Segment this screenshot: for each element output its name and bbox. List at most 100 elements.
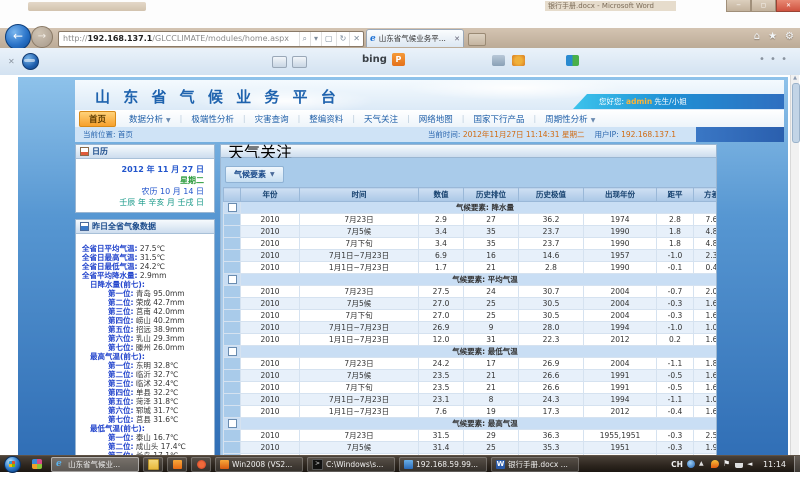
addon-globe-icon[interactable] bbox=[22, 53, 39, 70]
taskbar-button-cmd[interactable]: >C:\Windows\s... bbox=[307, 457, 395, 472]
table-row[interactable]: 20101月1日~7月23日12.03122.320120.21.6 bbox=[224, 334, 718, 346]
taskbar-button-media[interactable] bbox=[191, 457, 211, 472]
table-cell: 1.6 bbox=[694, 310, 718, 322]
table-row[interactable]: 20107月下旬3.43523.719901.84.8 bbox=[224, 238, 718, 250]
bing-logo[interactable]: bing bbox=[362, 54, 387, 65]
bing-badge-icon[interactable]: P bbox=[392, 53, 405, 66]
group-checkbox[interactable] bbox=[228, 347, 237, 356]
new-tab-button[interactable] bbox=[468, 33, 486, 46]
vertical-scrollbar[interactable]: ▲ ▼ bbox=[790, 75, 799, 472]
table-cell: 8 bbox=[464, 394, 519, 406]
row-gutter bbox=[224, 406, 241, 418]
action-center-flag-icon[interactable]: ⚑ bbox=[723, 460, 731, 468]
group-checkbox[interactable] bbox=[228, 203, 237, 212]
stop-icon[interactable]: ✕ bbox=[349, 32, 363, 46]
climate-element-button[interactable]: 气候要素▼ bbox=[225, 166, 284, 183]
table-cell: 27.5 bbox=[419, 286, 464, 298]
maximize-icon[interactable]: ▢ bbox=[751, 0, 776, 12]
home-icon[interactable]: ⌂ bbox=[754, 31, 760, 42]
tab-close-icon[interactable]: ✕ bbox=[454, 35, 460, 43]
table-row[interactable]: 20107月1日~7月23日23.1824.31994-1.11.0 bbox=[224, 394, 718, 406]
language-indicator[interactable]: CH bbox=[671, 460, 683, 469]
taskbar-button-ie[interactable]: e山东省气候业... bbox=[51, 457, 139, 472]
weather-line: 第三位: 莒南 42.0mm bbox=[82, 307, 212, 316]
tray-flame-icon[interactable] bbox=[711, 460, 719, 468]
remote-icon bbox=[404, 460, 413, 469]
taskbar-button-folder[interactable] bbox=[143, 457, 163, 472]
main-nav: 首页数据分析▼|极端性分析|灾害查询|整编资料|天气关注|网络地图|国家下行产品… bbox=[75, 110, 784, 127]
table-cell: 2010 bbox=[241, 382, 300, 394]
table-cell: 21 bbox=[464, 262, 519, 274]
table-row[interactable]: 20107月23日2.92736.219742.87.6 bbox=[224, 214, 718, 226]
ip-value: 192.168.137.1 bbox=[621, 130, 676, 139]
table-row[interactable]: 20107月5候23.52126.61991-0.51.6 bbox=[224, 370, 718, 382]
show-desktop-button[interactable] bbox=[794, 456, 800, 473]
taskbar-button-orange[interactable] bbox=[167, 457, 187, 472]
table-row[interactable]: 20107月1日~7月23日6.91614.61957-1.02.3 bbox=[224, 250, 718, 262]
browser-tab[interactable]: e 山东省气候业务平... ✕ bbox=[366, 29, 464, 47]
close-icon[interactable]: ✕ bbox=[776, 0, 800, 12]
taskbar-button-remote[interactable]: 192.168.59.99... bbox=[399, 457, 487, 472]
toolbar-addon-icon[interactable] bbox=[512, 55, 525, 66]
nav-item-9[interactable]: 周期性分析▼ bbox=[536, 112, 604, 126]
overflow-dots-icon[interactable]: • • • bbox=[759, 54, 788, 65]
group-checkbox[interactable] bbox=[228, 419, 237, 428]
tools-gear-icon[interactable]: ⚙ bbox=[785, 31, 794, 42]
table-row[interactable]: 20107月23日24.21726.92004-1.11.8 bbox=[224, 358, 718, 370]
taskbar-button-vm[interactable]: Win2008 (VS2... bbox=[215, 457, 303, 472]
table-row[interactable]: 20107月下旬23.52126.61991-0.51.6 bbox=[224, 382, 718, 394]
toolbar-plugin-icon[interactable] bbox=[566, 55, 579, 66]
favorites-star-icon[interactable]: ★ bbox=[768, 31, 777, 42]
table-row[interactable]: 20101月1日~7月23日1.7212.81990-0.10.4 bbox=[224, 262, 718, 274]
volume-icon[interactable]: ◄ bbox=[747, 460, 755, 468]
nav-item-5[interactable]: 整编资料 bbox=[300, 112, 352, 126]
nav-item-1[interactable]: 首页 bbox=[79, 111, 116, 127]
table-row[interactable]: 20107月5候27.02530.52004-0.31.6 bbox=[224, 298, 718, 310]
tray-app-icon[interactable] bbox=[687, 460, 695, 468]
refresh-icon[interactable]: ↻ bbox=[336, 32, 350, 46]
nav-item-4[interactable]: 灾害查询 bbox=[246, 112, 298, 126]
taskbar-button-word[interactable]: W银行手册.docx ... bbox=[491, 457, 579, 472]
weather-line: 第一位: 东明 32.8℃ bbox=[82, 361, 212, 370]
nav-item-8[interactable]: 国家下行产品 bbox=[464, 112, 533, 126]
group-checkbox[interactable] bbox=[228, 275, 237, 284]
table-row[interactable]: 20107月1日~7月23日26.9928.01994-1.01.0 bbox=[224, 322, 718, 334]
table-cell: 1月1日~7月23日 bbox=[300, 262, 419, 274]
table-row[interactable]: 20101月1日~7月23日7.61917.32012-0.41.6 bbox=[224, 406, 718, 418]
toolbar-mail-icon[interactable] bbox=[292, 56, 307, 68]
table-row[interactable]: 20107月5候31.42535.31951-0.31.9 bbox=[224, 442, 718, 454]
address-bar[interactable]: http://192.168.137.1/GLCCLIMATE/modules/… bbox=[58, 31, 364, 47]
table-row[interactable]: 20107月5候3.43523.719901.84.8 bbox=[224, 226, 718, 238]
tray-expand-icon[interactable]: ▲ bbox=[699, 460, 707, 468]
toolbar-camera-icon[interactable] bbox=[492, 55, 505, 66]
quick-launch-icon[interactable] bbox=[32, 459, 42, 469]
network-icon[interactable] bbox=[735, 460, 743, 468]
search-icon[interactable]: ⌕ bbox=[299, 32, 310, 46]
scrollbar-thumb[interactable] bbox=[792, 83, 800, 143]
table-cell: 29 bbox=[464, 430, 519, 442]
toolbar-card-icon[interactable] bbox=[272, 56, 287, 68]
chevron-down-icon[interactable]: ▾ bbox=[310, 32, 321, 46]
forward-button[interactable]: → bbox=[31, 26, 53, 48]
table-row[interactable]: 20107月23日27.52430.72004-0.72.0 bbox=[224, 286, 718, 298]
minimize-icon[interactable]: ─ bbox=[726, 0, 751, 12]
compatibility-icon[interactable]: ▢ bbox=[321, 32, 336, 46]
table-group-row: 气候要素: 降水量 bbox=[224, 202, 718, 214]
table-cell: 2010 bbox=[241, 286, 300, 298]
back-button[interactable]: ← bbox=[5, 24, 31, 50]
table-row[interactable]: 20107月下旬27.02530.52004-0.31.6 bbox=[224, 310, 718, 322]
start-button[interactable] bbox=[4, 456, 21, 473]
row-gutter bbox=[224, 262, 241, 274]
table-row[interactable]: 20107月23日31.52936.31955,1951-0.32.5 bbox=[224, 430, 718, 442]
nav-item-3[interactable]: 极端性分析 bbox=[182, 112, 243, 126]
nav-item-7[interactable]: 网络地图 bbox=[410, 112, 462, 126]
table-cell: 26.9 bbox=[419, 322, 464, 334]
calendar-title: 日历 bbox=[92, 146, 108, 157]
scroll-up-icon[interactable]: ▲ bbox=[791, 75, 799, 81]
nav-item-2[interactable]: 数据分析▼ bbox=[120, 112, 180, 126]
nav-item-6[interactable]: 天气关注 bbox=[355, 112, 407, 126]
toolbar-close-icon[interactable]: ✕ bbox=[8, 57, 15, 66]
taskbar-clock[interactable]: 11:14 bbox=[759, 460, 790, 469]
background-window-strip: 银行手册.docx - Microsoft Word ─ ▢ ✕ bbox=[0, 0, 800, 28]
table-group-row: 气候要素: 平均气温 bbox=[224, 274, 718, 286]
